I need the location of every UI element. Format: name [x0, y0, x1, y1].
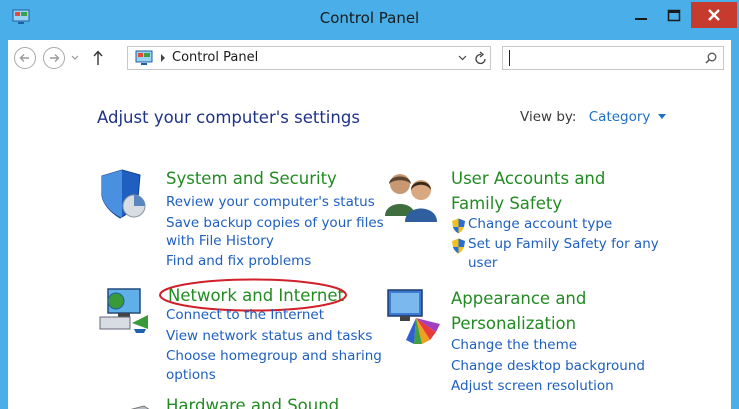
link-set-up-family-safety[interactable]: Set up Family Safety for any: [468, 236, 659, 252]
hardware-icon[interactable]: [104, 398, 152, 409]
shield-icon[interactable]: [100, 168, 150, 220]
close-icon: [708, 9, 720, 21]
link-change-account-type[interactable]: Change account type: [468, 216, 612, 232]
main-content: Adjust your computer's settings View by:…: [8, 78, 731, 409]
view-by-dropdown[interactable]: Category: [589, 109, 651, 125]
back-arrow-icon: [19, 54, 29, 62]
maximize-icon: [667, 9, 681, 22]
refresh-icon[interactable]: [474, 51, 488, 66]
recent-locations-chevron-icon[interactable]: [71, 55, 79, 61]
link-find-and-fix-problems[interactable]: Find and fix problems: [166, 253, 311, 269]
link-view-network-status[interactable]: View network status and tasks: [166, 328, 372, 344]
minimize-button[interactable]: [626, 2, 656, 30]
maximize-button[interactable]: [659, 2, 689, 30]
search-input[interactable]: [513, 49, 697, 69]
control-panel-small-icon: [135, 50, 153, 65]
category-title-appearance[interactable]: Appearance and: [451, 289, 586, 308]
forward-button[interactable]: [43, 47, 65, 69]
up-arrow-icon[interactable]: [92, 50, 104, 66]
search-icon[interactable]: [705, 52, 717, 64]
category-title-system-and-security[interactable]: System and Security: [166, 169, 337, 188]
address-box[interactable]: Control Panel: [127, 46, 491, 70]
link-save-backup-copies-cont[interactable]: with File History: [166, 233, 274, 249]
link-change-desktop-background[interactable]: Change desktop background: [451, 358, 645, 374]
control-panel-window: Control Panel Control Panel Adjust your …: [0, 0, 739, 409]
link-save-backup-copies[interactable]: Save backup copies of your files: [166, 215, 384, 231]
network-icon[interactable]: [98, 285, 150, 335]
link-connect-to-internet[interactable]: Connect to the Internet: [166, 307, 324, 323]
breadcrumb-separator-icon[interactable]: [160, 54, 166, 62]
page-heading: Adjust your computer's settings: [97, 108, 360, 127]
link-choose-homegroup-cont[interactable]: options: [166, 367, 216, 383]
link-choose-homegroup[interactable]: Choose homegroup and sharing: [166, 348, 382, 364]
title-bar[interactable]: Control Panel: [0, 0, 739, 40]
link-review-computer-status[interactable]: Review your computer's status: [166, 194, 375, 210]
address-bar-row: Control Panel: [8, 40, 731, 78]
link-adjust-screen-resolution[interactable]: Adjust screen resolution: [451, 378, 614, 394]
category-title-user-accounts-cont[interactable]: Family Safety: [451, 194, 562, 213]
uac-shield-icon: [452, 218, 465, 234]
minimize-icon: [635, 18, 647, 20]
view-by-caret-icon[interactable]: [657, 114, 666, 120]
forward-arrow-icon: [50, 54, 60, 62]
link-change-the-theme[interactable]: Change the theme: [451, 337, 577, 353]
uac-shield-icon: [452, 238, 465, 254]
category-title-user-accounts[interactable]: User Accounts and: [451, 169, 605, 188]
appearance-icon[interactable]: [386, 288, 442, 346]
close-button[interactable]: [691, 2, 737, 28]
category-title-appearance-cont[interactable]: Personalization: [451, 314, 576, 333]
address-dropdown-chevron-icon[interactable]: [458, 55, 467, 61]
category-title-hardware-and-sound[interactable]: Hardware and Sound: [166, 396, 339, 409]
link-set-up-family-safety-cont[interactable]: user: [468, 255, 497, 271]
users-icon[interactable]: [385, 170, 439, 222]
view-by-label: View by:: [520, 109, 577, 125]
breadcrumb[interactable]: Control Panel: [172, 50, 258, 65]
view-by-control[interactable]: View by: Category: [520, 109, 666, 125]
back-button[interactable]: [14, 47, 36, 69]
text-cursor: [509, 50, 510, 66]
search-control-panel-box[interactable]: [502, 46, 724, 70]
